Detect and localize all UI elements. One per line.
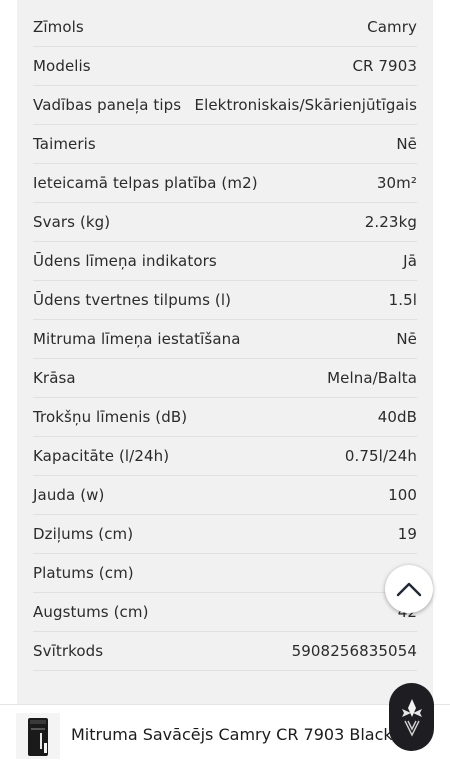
- spec-label: Mitruma līmeņa iestatīšana: [33, 330, 241, 348]
- spec-label: Taimeris: [33, 135, 96, 153]
- spec-row-brand: Zīmols Camry: [33, 8, 417, 47]
- spec-row-water-indicator: Ūdens līmeņa indikators Jā: [33, 242, 417, 281]
- chevron-up-icon: [396, 582, 422, 597]
- chat-widget-button[interactable]: [389, 683, 434, 751]
- spec-row-color: Krāsa Melna/Balta: [33, 359, 417, 398]
- spec-row-power: Jauda (w) 100: [33, 476, 417, 515]
- spec-row-model: Modelis CR 7903: [33, 47, 417, 86]
- specifications-table: Zīmols Camry Modelis CR 7903 Vadības pan…: [17, 0, 433, 704]
- spec-label: Svītrkods: [33, 642, 104, 660]
- spec-value: 1.5l: [388, 291, 417, 309]
- spec-row-tank-volume: Ūdens tvertnes tilpums (l) 1.5l: [33, 281, 417, 320]
- spec-value: 100: [388, 486, 417, 504]
- spec-value: 19: [397, 525, 417, 543]
- sticky-product-bar[interactable]: Mitruma Savācējs Camry CR 7903 Black/W: [0, 704, 450, 768]
- spec-value: 5908256835054: [291, 642, 417, 660]
- spec-row-humidity-setting: Mitruma līmeņa iestatīšana Nē: [33, 320, 417, 359]
- product-title[interactable]: Mitruma Savācējs Camry CR 7903 Black/W: [71, 725, 401, 744]
- spec-row-timer: Taimeris Nē: [33, 125, 417, 164]
- spec-value: CR 7903: [352, 57, 417, 75]
- spec-value: 40dB: [377, 408, 417, 426]
- spec-value: 2.23kg: [364, 213, 417, 231]
- spec-value: Nē: [396, 330, 417, 348]
- spec-value: Nē: [396, 135, 417, 153]
- spec-label: Kapacitāte (l/24h): [33, 447, 170, 465]
- spec-row-width: Platums (cm): [33, 554, 417, 593]
- spec-row-depth: Dziļums (cm) 19: [33, 515, 417, 554]
- spec-value: Camry: [367, 18, 417, 36]
- spec-row-weight: Svars (kg) 2.23kg: [33, 203, 417, 242]
- chat-widget-icon: [401, 699, 422, 737]
- spec-label: Ūdens līmeņa indikators: [33, 252, 217, 270]
- spec-value: 0.75l/24h: [344, 447, 417, 465]
- spec-value: Jā: [403, 252, 417, 270]
- dehumidifier-image: [28, 718, 48, 756]
- spec-label: Ieteicamā telpas platība (m2): [33, 174, 258, 192]
- spec-label: Krāsa: [33, 369, 76, 387]
- spec-label: Platums (cm): [33, 564, 134, 582]
- spec-label: Zīmols: [33, 18, 84, 36]
- spec-label: Augstums (cm): [33, 603, 149, 621]
- spec-label: Jauda (w): [33, 486, 105, 504]
- spec-label: Svars (kg): [33, 213, 111, 231]
- spec-label: Dziļums (cm): [33, 525, 134, 543]
- spec-value: 30m²: [376, 174, 417, 192]
- product-thumbnail: [16, 713, 60, 759]
- spec-label: Ūdens tvertnes tilpums (l): [33, 291, 232, 309]
- spec-label: Vadības paneļa tips: [33, 96, 182, 114]
- spec-value: Melna/Balta: [327, 369, 417, 387]
- spec-row-control-panel: Vadības paneļa tips Elektroniskais/Skāri…: [33, 86, 417, 125]
- spec-row-height: Augstums (cm) 42: [33, 593, 417, 632]
- product-page: Zīmols Camry Modelis CR 7903 Vadības pan…: [0, 0, 450, 768]
- spec-value: Elektroniskais/Skārienjūtīgais: [194, 96, 417, 114]
- scroll-to-top-button[interactable]: [385, 565, 433, 613]
- spec-row-barcode: Svītrkods 5908256835054: [33, 632, 417, 671]
- spec-label: Trokšņu līmenis (dB): [33, 408, 188, 426]
- spec-row-noise-level: Trokšņu līmenis (dB) 40dB: [33, 398, 417, 437]
- spec-row-capacity: Kapacitāte (l/24h) 0.75l/24h: [33, 437, 417, 476]
- spec-label: Modelis: [33, 57, 91, 75]
- spec-row-room-area: Ieteicamā telpas platība (m2) 30m²: [33, 164, 417, 203]
